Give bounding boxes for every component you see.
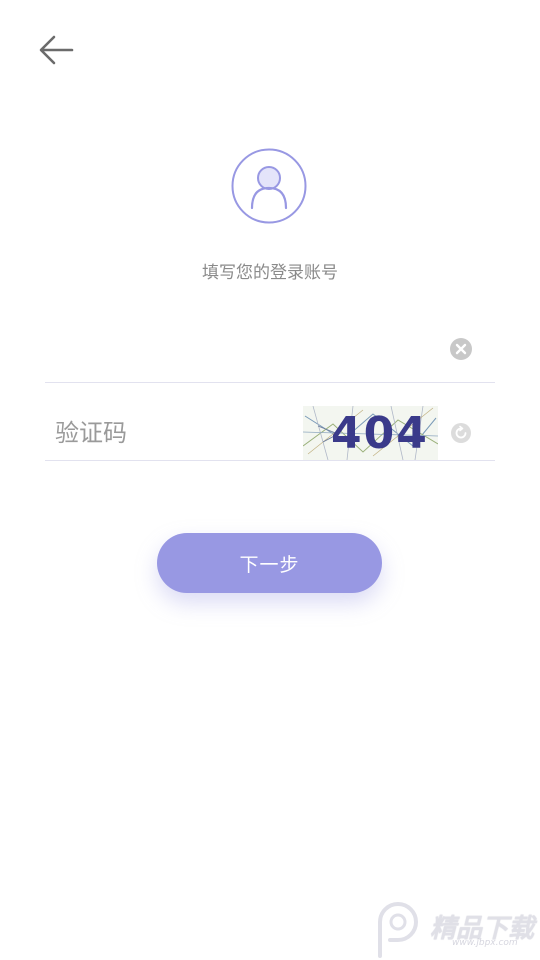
arrow-left-icon xyxy=(39,35,74,65)
back-button[interactable] xyxy=(32,28,80,72)
refresh-icon[interactable] xyxy=(450,422,472,444)
account-input[interactable] xyxy=(53,328,437,374)
captcha-field-row: 404 xyxy=(45,398,495,461)
watermark-logo-icon xyxy=(378,902,418,958)
watermark: 精品下载 www.jbpx.com xyxy=(372,900,538,958)
user-icon xyxy=(231,148,307,224)
next-step-button[interactable]: 下一步 xyxy=(157,533,382,593)
captcha-input[interactable] xyxy=(53,410,297,456)
captcha-image[interactable]: 404 xyxy=(303,406,438,460)
avatar xyxy=(231,148,307,224)
watermark-url: www.jbpx.com xyxy=(452,938,518,948)
captcha-text: 404 xyxy=(331,408,429,459)
close-circle-icon[interactable] xyxy=(449,337,473,361)
account-field-row xyxy=(45,318,495,383)
page-subtitle: 填写您的登录账号 xyxy=(202,263,338,283)
